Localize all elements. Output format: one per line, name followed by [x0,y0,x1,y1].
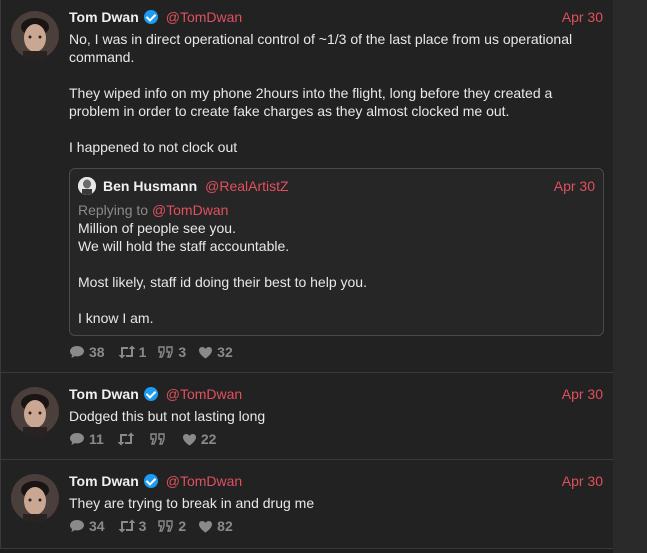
quote-count: 3 [178,344,187,360]
quote-header: Ben Husmann @RealArtistZ Apr 30 [78,177,595,195]
like-button[interactable]: 82 [198,518,233,534]
retweet-icon [118,519,135,533]
author-name[interactable]: Tom Dwan [69,9,139,25]
retweet-icon [118,345,135,359]
tweet-actions: 34 3 2 82 [69,518,245,534]
retweet-button[interactable]: 3 [117,518,147,534]
scrollbar[interactable] [613,0,647,553]
quote-button[interactable]: 2 [158,518,186,534]
verified-icon [143,387,158,401]
quote-button[interactable] [150,432,170,446]
verified-icon [143,10,158,24]
tweet[interactable]: Tom Dwan @TomDwan Apr 30 They are trying… [0,460,613,549]
quote-author-handle[interactable]: @RealArtistZ [205,178,288,194]
retweet-icon [117,432,134,446]
quote-avatar[interactable] [78,177,96,195]
tweet-date[interactable]: Apr 30 [562,473,603,489]
reply-button[interactable]: 38 [69,344,105,360]
author-handle[interactable]: @TomDwan [166,9,242,25]
like-count: 82 [217,518,233,534]
quote-date[interactable]: Apr 30 [554,178,595,194]
speech-bubble-icon [70,520,84,532]
retweet-button[interactable] [116,432,138,446]
tweet-text: Dodged this but not lasting long [69,408,266,424]
retweet-count: 3 [138,518,147,534]
tweet-date[interactable]: Apr 30 [562,386,603,402]
tweet-header: Tom Dwan @TomDwan Apr 30 [69,385,603,403]
speech-bubble-icon [70,346,84,358]
reply-button[interactable]: 34 [69,518,105,534]
quote-marks-icon [158,346,174,358]
reply-count: 38 [89,344,105,360]
tweet-header: Tom Dwan @TomDwan Apr 30 [69,472,603,490]
tweet-text: They are trying to break in and drug me [69,495,315,511]
replying-handle[interactable]: @TomDwan [152,202,228,218]
quote-author-name[interactable]: Ben Husmann [103,178,197,194]
tweet-header: Tom Dwan @TomDwan Apr 30 [69,8,603,26]
quote-button[interactable]: 3 [158,344,186,360]
tweet-content: Tom Dwan @TomDwan Apr 30 Dodged this but… [69,385,603,425]
retweet-count: 1 [138,344,147,360]
retweet-button[interactable]: 1 [117,344,147,360]
tweet-content: Tom Dwan @TomDwan Apr 30 No, I was in di… [69,8,604,336]
heart-icon [199,520,213,532]
timeline: Tom Dwan @TomDwan Apr 30 No, I was in di… [0,0,613,549]
tweet-actions: 11 22 [69,431,228,447]
replying-label: Replying to [78,202,152,218]
like-count: 32 [217,344,233,360]
replying-to: Replying to @TomDwan [78,202,228,218]
verified-icon [143,474,158,488]
quote-marks-icon [158,520,174,532]
avatar[interactable] [11,474,59,522]
heart-icon [199,346,213,358]
quote-count: 2 [178,518,187,534]
quote-marks-icon [150,433,165,445]
heart-icon [182,433,196,445]
reply-count: 34 [89,518,105,534]
tweet[interactable]: Tom Dwan @TomDwan Apr 30 No, I was in di… [0,0,613,373]
tweet-text: No, I was in direct operational control … [69,31,573,155]
reply-button[interactable]: 11 [69,431,104,447]
author-name[interactable]: Tom Dwan [69,473,139,489]
author-handle[interactable]: @TomDwan [166,473,242,489]
tweet-actions: 38 1 3 32 [69,344,245,360]
like-button[interactable]: 32 [198,344,233,360]
avatar[interactable] [11,11,59,59]
tweet[interactable]: Tom Dwan @TomDwan Apr 30 Dodged this but… [0,373,613,460]
author-handle[interactable]: @TomDwan [166,386,242,402]
speech-bubble-icon [70,433,84,445]
like-count: 22 [200,431,217,447]
author-name[interactable]: Tom Dwan [69,386,139,402]
like-button[interactable]: 22 [182,431,217,447]
tweet-date[interactable]: Apr 30 [562,9,603,25]
avatar[interactable] [11,387,59,435]
reply-count: 11 [89,431,104,447]
quoted-tweet[interactable]: Ben Husmann @RealArtistZ Apr 30 Replying… [69,168,604,336]
tweet-content: Tom Dwan @TomDwan Apr 30 They are trying… [69,472,603,512]
quote-text: Million of people see you. We will hold … [78,220,367,326]
